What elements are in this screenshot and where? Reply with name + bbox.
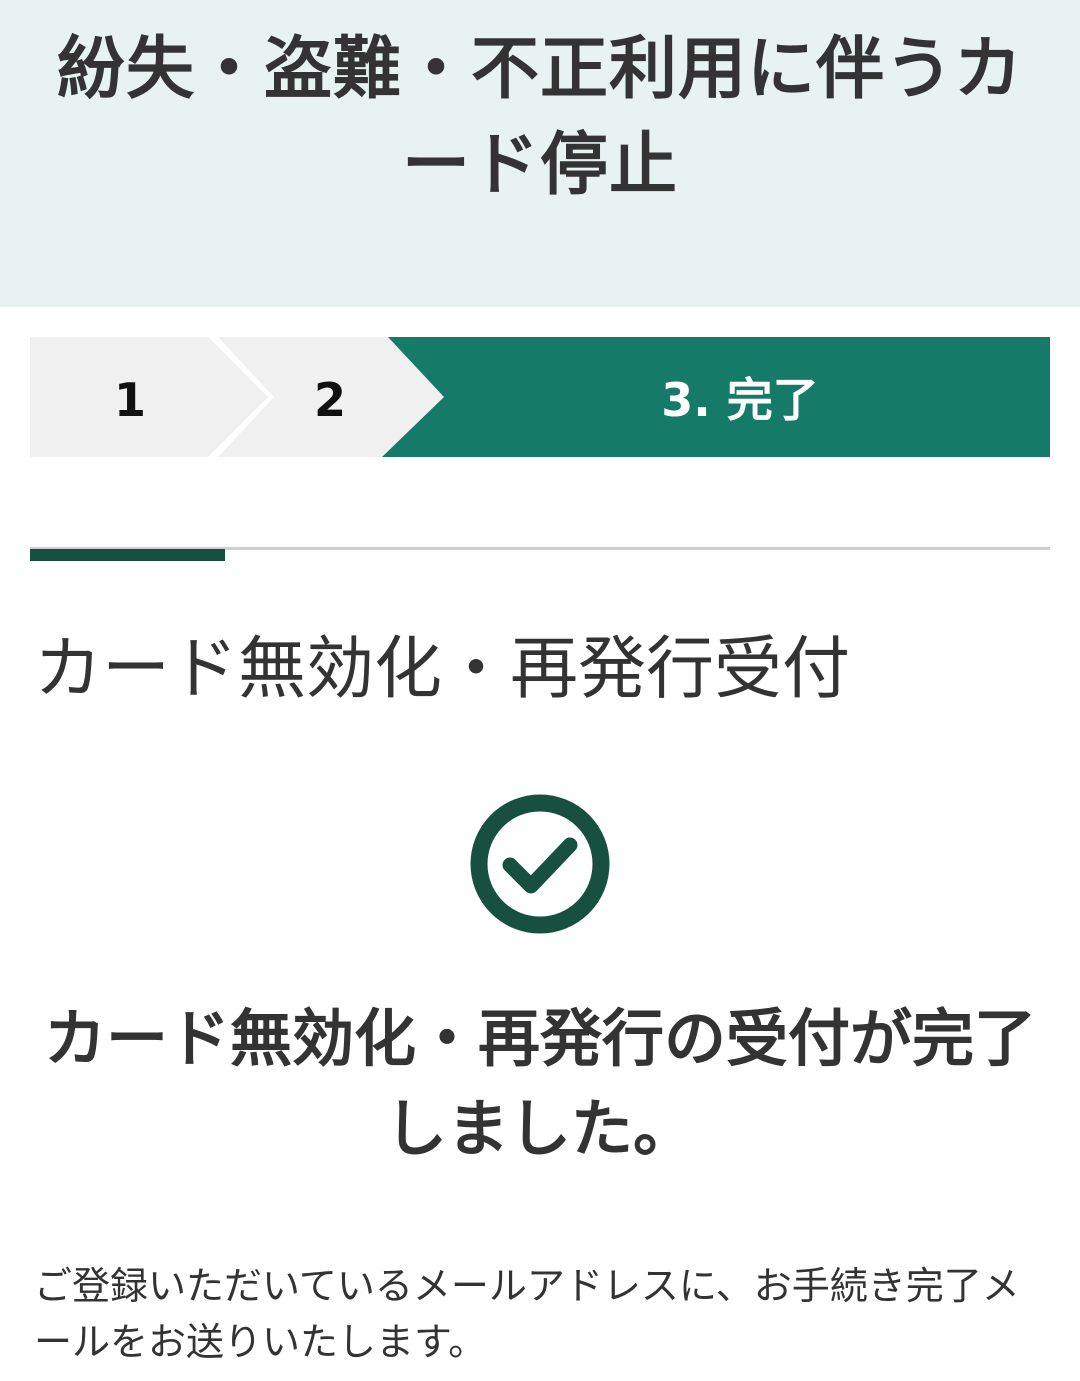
step-3-label: 3. 完了: [661, 373, 819, 427]
stepper-shapes: [30, 337, 1050, 457]
step-1-label: 1: [113, 373, 146, 427]
page-title: 紛失・盗難・不正利用に伴うカード停止: [56, 30, 1023, 205]
completion-message: カード無効化・再発行の受付が完了しました。: [43, 1002, 1036, 1165]
email-notice: ご登録いただいているメールアドレスに、お手続き完了メールをお送りいたします。: [34, 1264, 1020, 1364]
section-divider-accent: [30, 549, 225, 561]
step-2-label: 2: [313, 373, 346, 427]
page-header: 紛失・盗難・不正利用に伴うカード停止: [0, 0, 1080, 307]
progress-stepper: 1 2 3. 完了: [30, 337, 1050, 457]
section-title: カード無効化・再発行受付: [34, 630, 851, 709]
check-circle-icon: [468, 792, 612, 936]
